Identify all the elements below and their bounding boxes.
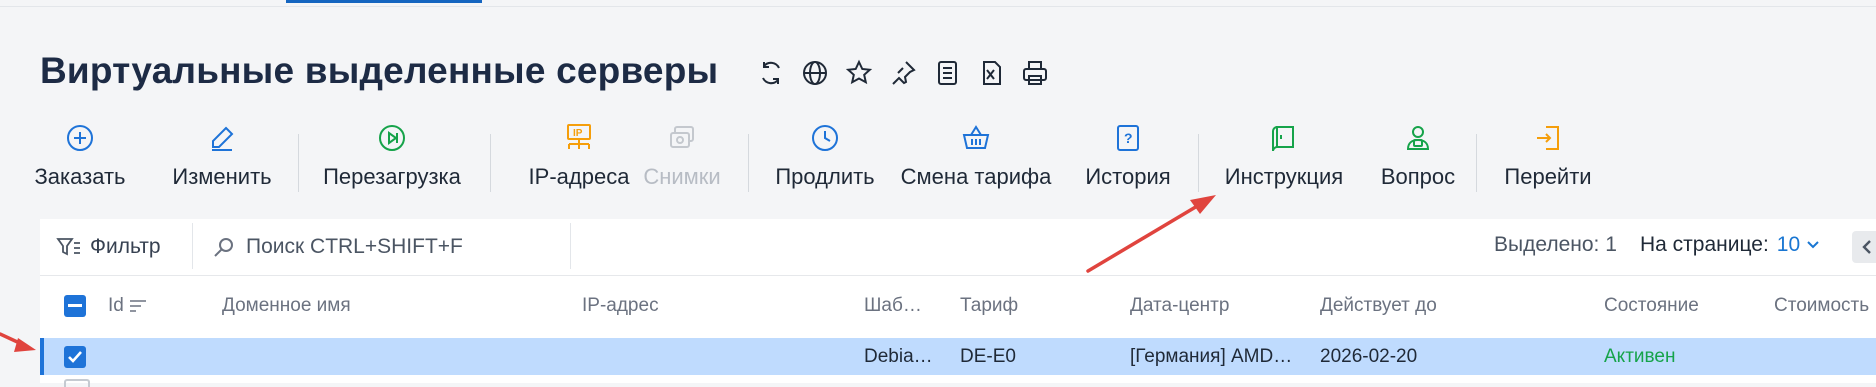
next-row-checkbox-edge [64,379,90,387]
active-tab-indicator [286,0,482,3]
cell-cost [1774,338,1874,375]
column-datacenter[interactable]: Дата-центр [1130,276,1280,336]
question-button[interactable]: Вопрос [1376,120,1460,192]
cell-valid-until: 2026-02-20 [1320,345,1418,367]
page-title: Виртуальные выделенные серверы [40,50,719,91]
column-id[interactable]: Id [108,276,218,336]
history-button[interactable]: ? История [1082,120,1174,192]
order-button[interactable]: Заказать [34,120,126,192]
pencil-icon [207,120,237,156]
toolbar-separator [1198,134,1199,192]
refresh-icon[interactable] [756,58,786,88]
title-actions [756,58,1050,88]
cell-status: Активен [1604,345,1676,367]
servers-table-panel: Фильтр Выделено: 1 На странице: 10 Id [40,219,1876,387]
toolbar-label: Инструкция [1224,164,1344,189]
manual-button[interactable]: Инструкция [1220,120,1348,192]
toolbar-separator [298,134,299,192]
svg-text:?: ? [1124,130,1133,146]
top-tab-strip [0,0,1876,7]
snapshot-icon [667,120,697,156]
cell-datacenter: [Германия] AMD… [1130,345,1293,367]
renew-button[interactable]: Продлить [772,120,878,192]
snapshots-button[interactable]: Снимки [640,120,724,192]
edit-button[interactable]: Изменить [170,120,274,192]
toolbar-label: Изменить [172,164,272,189]
svg-text:IP: IP [573,128,583,139]
toolbar-label: Заказать [34,164,126,189]
support-icon [1403,120,1433,156]
column-valid-until[interactable]: Действует до [1320,276,1520,336]
star-icon[interactable] [844,58,874,88]
filter-separator [192,223,193,269]
per-page-value: 10 [1776,233,1801,256]
toolbar-label: IP-адреса [528,164,630,189]
column-tariff[interactable]: Тариф [960,276,1080,336]
select-all-cell [64,276,94,336]
list-doc-icon[interactable] [932,58,962,88]
goto-icon [1533,120,1563,156]
manual-icon [1269,120,1299,156]
cell-domain [222,338,522,375]
cell-id [108,338,218,375]
pin-icon[interactable] [888,58,918,88]
search-icon [214,238,233,257]
search-input[interactable] [246,235,546,259]
table-row[interactable]: Debia… DE-E0 [Германия] AMD… 2026-02-20 … [40,338,1876,375]
filter-label: Фильтр [90,235,161,258]
plus-circle-icon [65,120,95,156]
chevron-down-icon [1807,241,1819,249]
column-template[interactable]: Шаб… [864,276,930,336]
search-box[interactable] [212,229,560,265]
sort-icon [129,300,146,312]
change-tariff-button[interactable]: Смена тарифа [900,120,1052,192]
annotation-arrow-to-row [0,332,36,352]
table-header: Id Доменное имя IP-адрес Шаб… Тариф Дата… [40,276,1876,336]
column-ip[interactable]: IP-адрес [582,276,842,336]
filter-icon [56,238,80,256]
collapse-panel-button[interactable] [1852,231,1876,263]
reboot-button[interactable]: Перезагрузка [322,120,462,192]
cell-ip [582,338,842,375]
toolbar-label: Перейти [1504,164,1592,189]
per-page-control: На странице: 10 [1640,233,1820,257]
ip-addresses-button[interactable]: IP IP-адреса [514,120,644,192]
excel-icon[interactable] [976,58,1006,88]
toolbar-label: Продлить [775,164,875,189]
print-icon[interactable] [1020,58,1050,88]
per-page-select[interactable]: 10 [1777,233,1820,257]
history-icon: ? [1113,120,1143,156]
chevron-left-icon [1862,240,1871,254]
row-checkbox-cell [64,338,94,375]
toolbar-separator [490,134,491,192]
toolbar-separator [748,134,749,192]
basket-icon [961,120,991,156]
search-separator [570,223,571,269]
cell-template: Debia… [864,345,933,367]
globe-icon[interactable] [800,58,830,88]
column-cost[interactable]: Стоимость [1774,276,1876,336]
toolbar-separator [1476,134,1477,192]
toolbar-label: История [1085,164,1171,189]
goto-button[interactable]: Перейти [1500,120,1596,192]
filter-button[interactable]: Фильтр [56,231,161,263]
column-domain[interactable]: Доменное имя [222,276,522,336]
column-label: Id [108,295,124,316]
column-status[interactable]: Состояние [1604,276,1754,336]
selected-count: Выделено: 1 [1494,233,1617,256]
row-checkbox[interactable] [64,345,86,368]
toolbar-label: Смена тарифа [900,164,1052,189]
toolbar-label: Перезагрузка [323,164,461,189]
filter-bar: Фильтр Выделено: 1 На странице: 10 [40,219,1876,276]
cell-tariff: DE-E0 [960,345,1016,367]
select-all-checkbox[interactable] [64,295,86,317]
toolbar-label: Снимки [643,164,721,189]
ip-icon: IP [563,120,595,156]
clock-icon [810,120,840,156]
toolbar-label: Вопрос [1380,164,1456,189]
per-page-label: На странице: [1640,233,1769,256]
reboot-icon [377,120,407,156]
